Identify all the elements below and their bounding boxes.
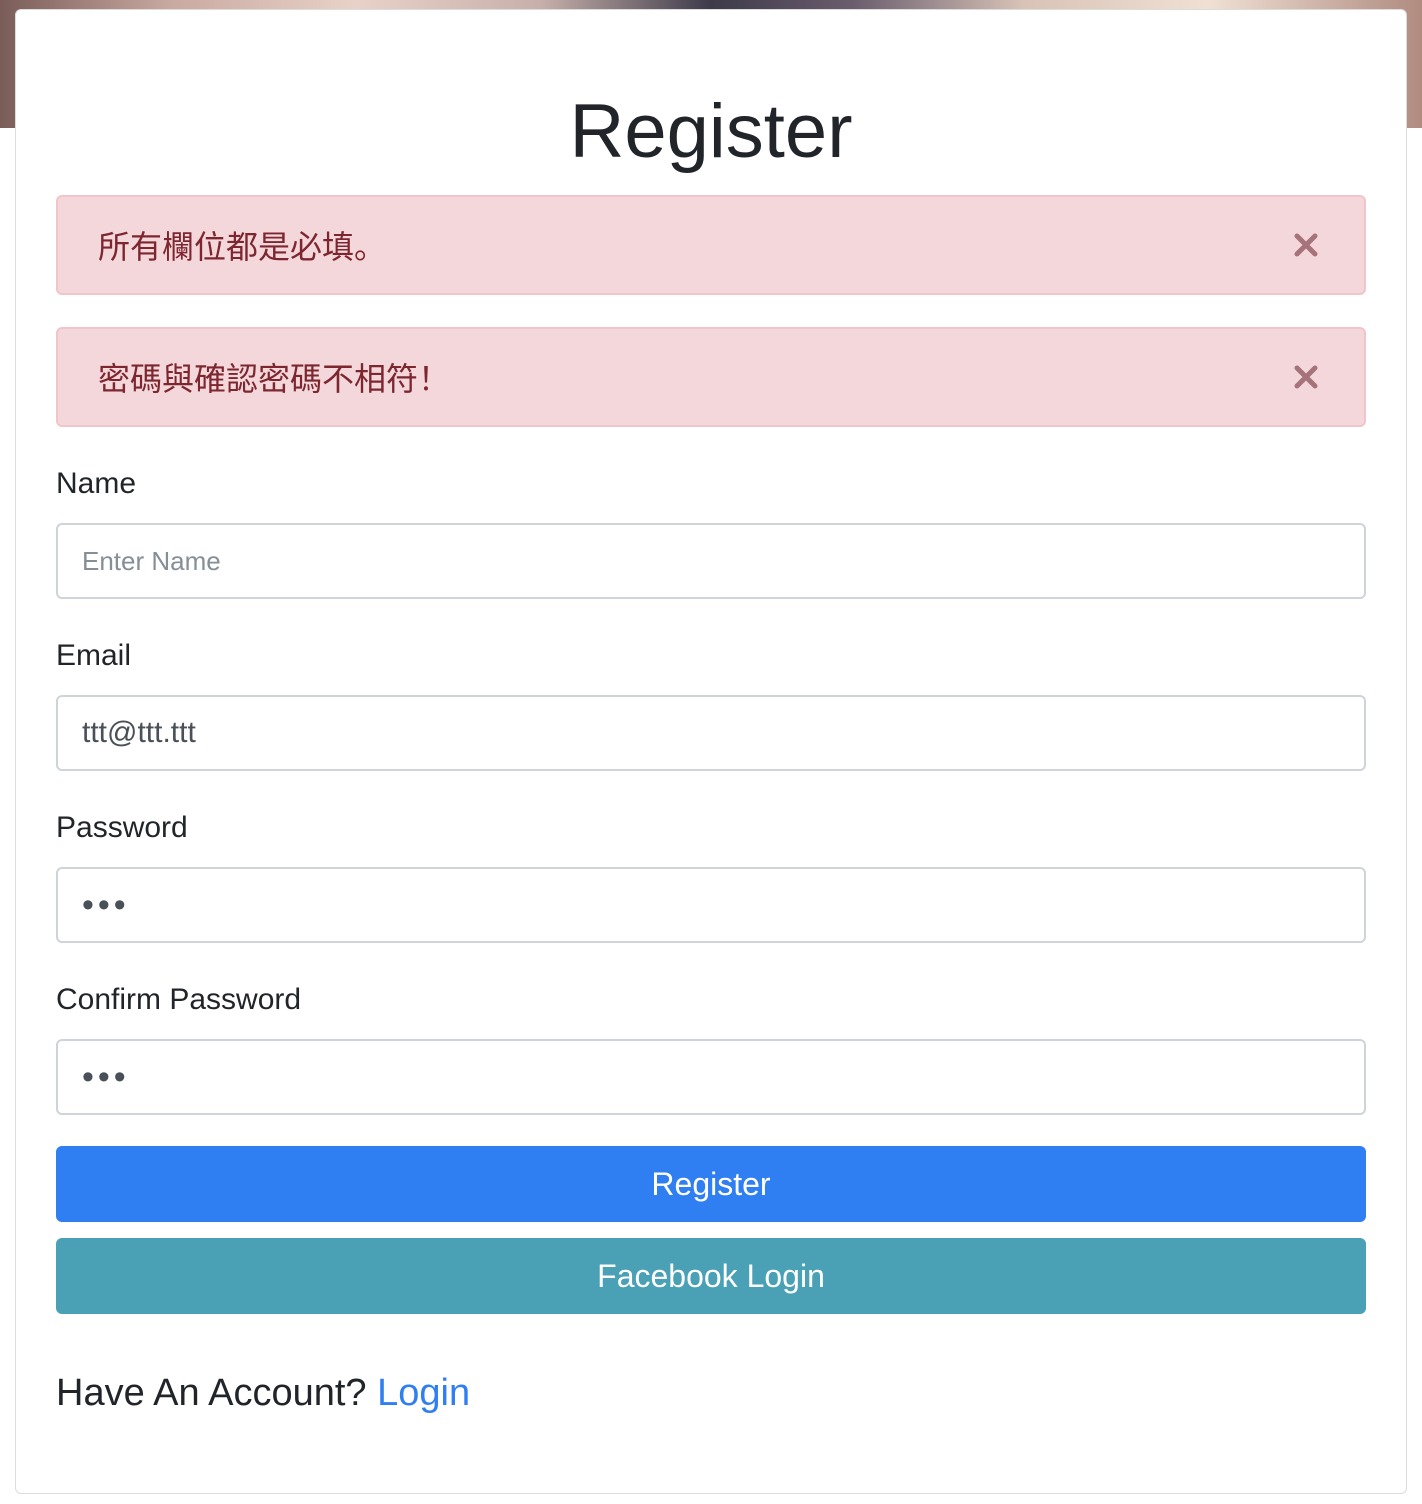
register-card: Register 所有欄位都是必填。 密碼與確認密碼不相符！ Name Emai… [15, 9, 1407, 1494]
name-label: Name [56, 467, 137, 500]
email-label: Email [56, 639, 132, 672]
page-title: Register [569, 89, 853, 174]
alert-required-fields: 所有欄位都是必填。 [56, 195, 1366, 295]
login-link[interactable]: Login [377, 1372, 470, 1414]
close-icon[interactable] [1292, 363, 1320, 391]
close-icon[interactable] [1292, 231, 1320, 259]
alert-password-mismatch: 密碼與確認密碼不相符！ [56, 327, 1366, 427]
facebook-login-button[interactable]: Facebook Login [56, 1238, 1366, 1314]
alert-message: 所有欄位都是必填。 [98, 229, 387, 265]
confirm-password-label: Confirm Password [56, 983, 302, 1016]
confirm-password-input[interactable] [56, 1039, 1366, 1115]
register-button[interactable]: Register [56, 1146, 1366, 1222]
login-prompt: Have An Account? Login [56, 1370, 470, 1416]
name-input[interactable] [56, 523, 1366, 599]
login-prompt-text: Have An Account? [56, 1372, 367, 1414]
email-input[interactable] [56, 695, 1366, 771]
password-label: Password [56, 811, 188, 844]
password-input[interactable] [56, 867, 1366, 943]
alert-message: 密碼與確認密碼不相符！ [98, 361, 451, 397]
